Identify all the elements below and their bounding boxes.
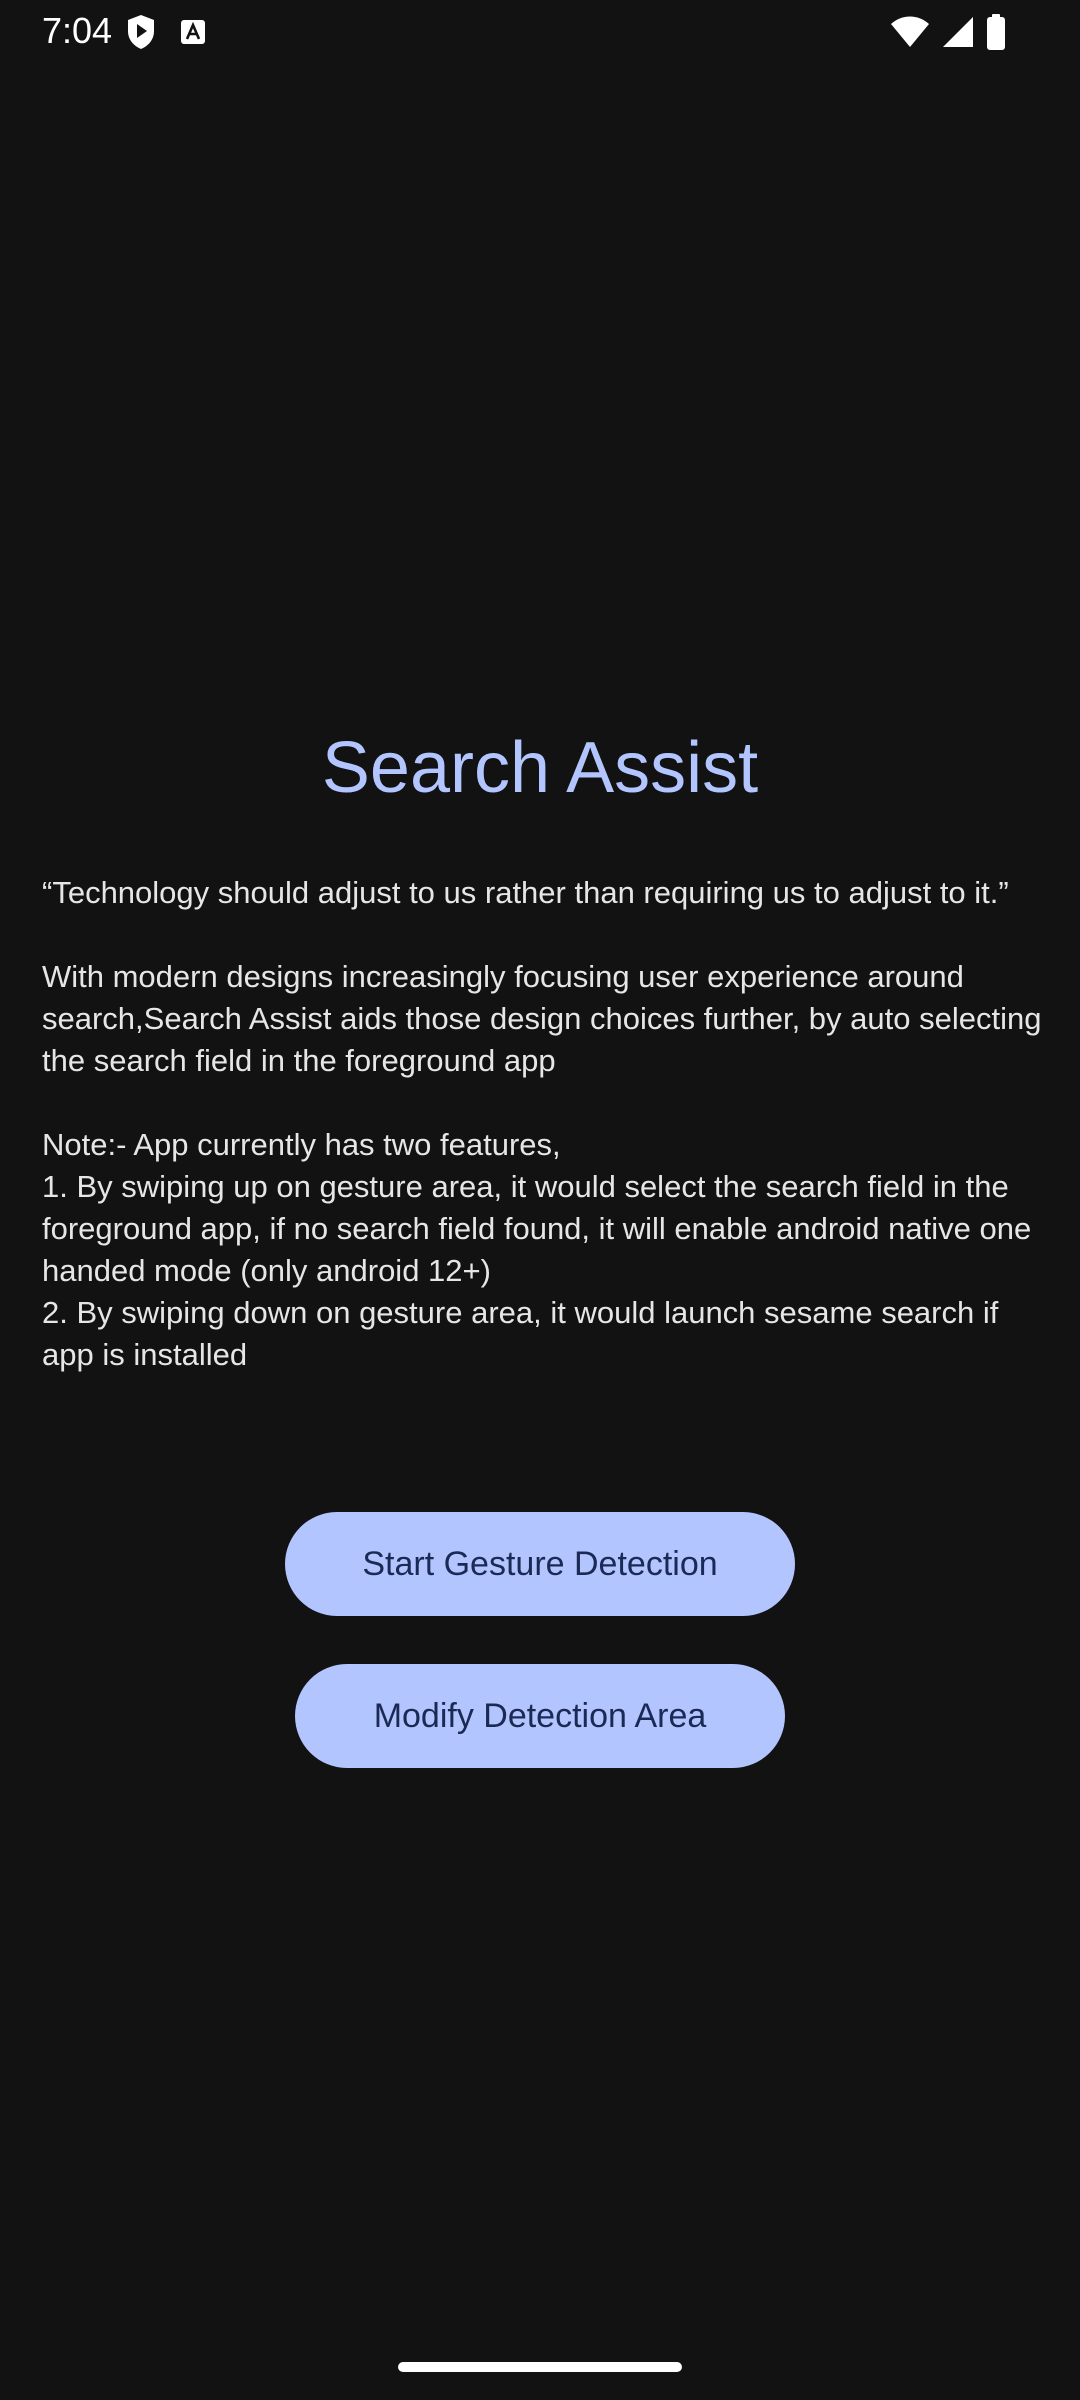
status-time: 7:04 <box>42 10 113 51</box>
status-right-icons <box>890 12 1006 52</box>
description: “Technology should adjust to us rather t… <box>42 872 1042 1376</box>
intro-text: With modern designs increasingly focusin… <box>42 959 1042 1078</box>
text-a-icon <box>180 19 206 45</box>
feature-2-text: 2. By swiping down on gesture area, it w… <box>42 1295 999 1372</box>
battery-icon <box>986 14 1006 50</box>
wifi-icon <box>890 16 930 48</box>
shield-play-icon <box>126 14 156 50</box>
status-left-icons <box>126 12 206 52</box>
app-title: Search Assist <box>321 728 759 809</box>
start-gesture-detection-button[interactable]: Start Gesture Detection <box>285 1512 795 1616</box>
modify-detection-area-button[interactable]: Modify Detection Area <box>295 1664 785 1768</box>
feature-1-text: 1. By swiping up on gesture area, it wou… <box>42 1169 1032 1288</box>
status-bar: 7:04 <box>0 0 1080 62</box>
note-heading: Note:- App currently has two features, <box>42 1127 561 1162</box>
home-indicator[interactable] <box>398 2362 682 2372</box>
signal-icon <box>942 16 974 48</box>
quote-text: “Technology should adjust to us rather t… <box>42 875 1009 910</box>
